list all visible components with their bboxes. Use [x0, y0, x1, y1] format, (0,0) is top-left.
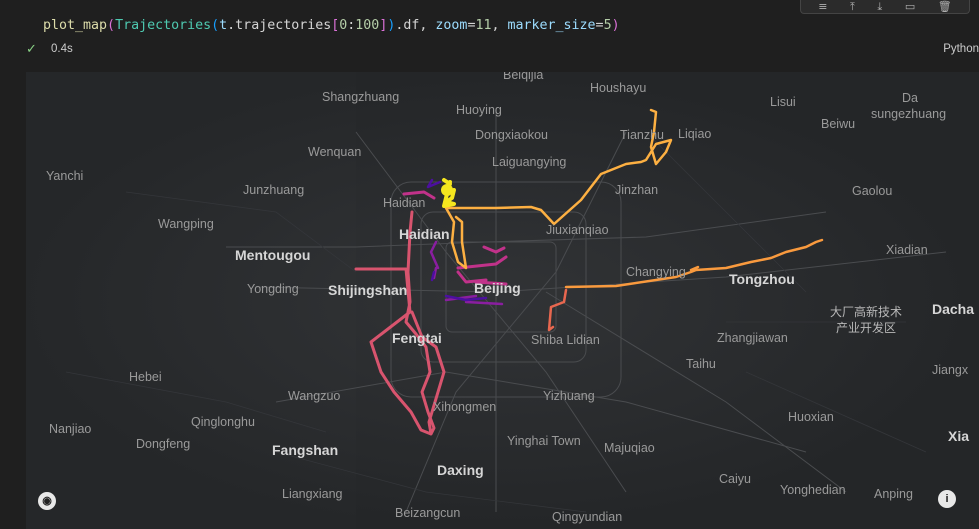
- label-mentougou: Mentougou: [235, 247, 311, 263]
- label-taihu: Taihu: [686, 357, 716, 371]
- label-haidian: Haidian: [399, 226, 450, 242]
- label-shangzhuang: Shangzhuang: [322, 90, 400, 104]
- label-jiangx: Jiangx: [932, 363, 969, 377]
- label-shijingshan: Shijingshan: [328, 282, 408, 298]
- label-qinglonghu: Qinglonghu: [191, 415, 255, 429]
- code-class: Trajectories: [115, 18, 212, 33]
- delete-icon[interactable]: 🗑: [938, 0, 952, 13]
- map-output[interactable]: Beiqijia Houshayu Shangzhuang Huoying Li…: [26, 72, 979, 529]
- label-yizhuang: Yizhuang: [543, 389, 595, 403]
- label-dachang-2: 产业开发区: [836, 321, 897, 335]
- code-kwarg-zoom: zoom: [435, 18, 468, 33]
- code-line[interactable]: plot_map(Trajectories(t.trajectories[0:1…: [43, 18, 620, 33]
- label-wangping: Wangping: [158, 217, 214, 231]
- split-cell-icon[interactable]: ▭: [905, 0, 915, 13]
- label-xia: Xia: [948, 428, 970, 444]
- label-wangzuo: Wangzuo: [288, 389, 341, 403]
- label-yongding: Yongding: [247, 282, 299, 296]
- label-yanchi: Yanchi: [46, 169, 84, 183]
- label-yonghedian: Yonghedian: [780, 483, 846, 497]
- label-beiqijia: Beiqijia: [503, 72, 544, 82]
- code-attribute-df: .df: [395, 18, 420, 33]
- execution-duration: 0.4s: [51, 43, 73, 55]
- cell-toolbar: ≡ ⤒ ⤓ ▭ 🗑: [800, 0, 970, 14]
- label-houshayu: Houshayu: [590, 81, 647, 95]
- label-dachang-1: 大厂高新技术: [830, 305, 903, 319]
- label-fangshan: Fangshan: [272, 442, 339, 458]
- code-value-zoom: 11: [475, 18, 492, 33]
- label-sungezhuang: sungezhuang: [871, 107, 947, 121]
- label-yinghai-town: Yinghai Town: [507, 434, 581, 448]
- code-attribute: .trajectories: [227, 18, 332, 33]
- label-zhangjiawan: Zhangjiawan: [717, 331, 788, 345]
- label-xiadian: Xiadian: [886, 243, 928, 257]
- label-majuqiao: Majuqiao: [604, 441, 655, 455]
- label-fengtai: Fengtai: [392, 330, 442, 346]
- label-liangxiang: Liangxiang: [282, 487, 343, 501]
- label-jiuxianqiao: Jiuxianqiao: [546, 223, 609, 237]
- label-nanjiao: Nanjiao: [49, 422, 92, 436]
- info-icon[interactable]: i: [938, 490, 956, 508]
- compass-icon[interactable]: ◉: [38, 492, 56, 510]
- label-changying: Changying: [626, 265, 686, 279]
- label-anping: Anping: [874, 487, 913, 501]
- label-liqiao: Liqiao: [678, 127, 712, 141]
- label-beizangcun: Beizangcun: [395, 506, 461, 520]
- label-beijing: Beijing: [474, 280, 521, 296]
- code-function: plot_map: [43, 18, 108, 33]
- label-huoying: Huoying: [456, 103, 502, 117]
- code-value-marker: 5: [603, 18, 612, 33]
- label-daxing: Daxing: [437, 462, 484, 478]
- label-gaolou: Gaolou: [852, 184, 893, 198]
- run-by-line-icon[interactable]: ≡: [818, 0, 827, 13]
- kernel-language[interactable]: Python: [943, 43, 979, 55]
- code-slice-end: 100: [355, 18, 380, 33]
- label-dongfeng: Dongfeng: [136, 437, 191, 451]
- label-da: Da: [902, 91, 918, 105]
- label-xihongmen: Xihongmen: [433, 400, 497, 414]
- label-laiguangying: Laiguangying: [492, 155, 567, 169]
- label-junzhuang: Junzhuang: [243, 183, 305, 197]
- label-hebei: Hebei: [129, 370, 162, 384]
- trajectory-yellow-cluster: [441, 184, 453, 196]
- label-jinzhan: Jinzhan: [615, 183, 659, 197]
- code-variable: t: [219, 18, 228, 33]
- label-dongxiaokou: Dongxiaokou: [475, 128, 548, 142]
- label-wenquan: Wenquan: [308, 145, 362, 159]
- label-qingyundian: Qingyundian: [552, 510, 623, 524]
- code-kwarg-marker: marker_size: [507, 18, 596, 33]
- label-haidian-small: Haidian: [383, 196, 426, 210]
- execute-below-icon[interactable]: ⤓: [877, 0, 882, 13]
- success-check-icon: ✓: [26, 42, 37, 57]
- label-beiwu: Beiwu: [821, 117, 856, 131]
- label-dacha: Dacha: [932, 301, 975, 317]
- code-slice-start: 0: [339, 18, 348, 33]
- label-tianzhu: Tianzhu: [620, 128, 665, 142]
- execute-above-icon[interactable]: ⤒: [850, 0, 855, 13]
- cell-status-row: ✓ 0.4s Python: [24, 42, 979, 60]
- label-shiba-lidian: Shiba Lidian: [531, 333, 600, 347]
- label-lisui: Lisui: [770, 95, 796, 109]
- label-tongzhou: Tongzhou: [729, 271, 795, 287]
- label-caiyu: Caiyu: [719, 472, 751, 486]
- code-cell-input[interactable]: plot_map(Trajectories(t.trajectories[0:1…: [30, 14, 979, 38]
- label-huoxian: Huoxian: [788, 410, 834, 424]
